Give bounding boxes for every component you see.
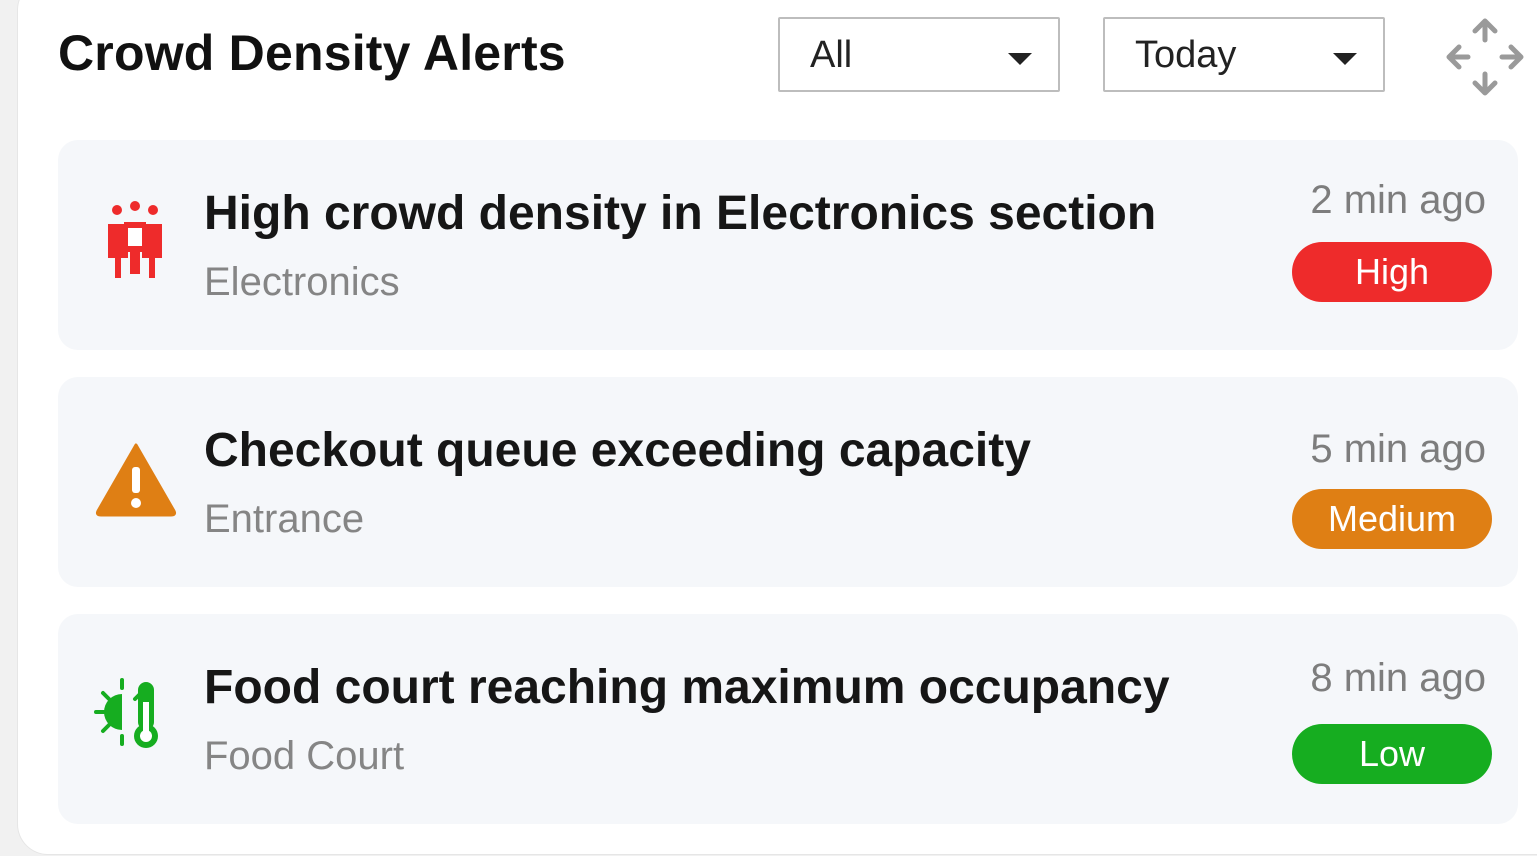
- alert-time: 2 min ago: [1310, 178, 1486, 222]
- warning-triangle-icon: [95, 443, 177, 517]
- type-filter-value: All: [810, 34, 853, 76]
- alert-location: Electronics: [204, 260, 400, 304]
- severity-badge: Low: [1292, 724, 1492, 784]
- alert-location: Food Court: [204, 734, 405, 778]
- alert-title: High crowd density in Electronics sectio…: [204, 187, 1157, 240]
- alert-time: 5 min ago: [1310, 427, 1486, 471]
- temperature-sun-icon: [94, 678, 158, 748]
- chevron-down-icon: [1008, 53, 1032, 65]
- alert-card-high[interactable]: High crowd density in Electronics sectio…: [58, 140, 1518, 350]
- alert-time: 8 min ago: [1310, 656, 1486, 700]
- severity-badge: Medium: [1292, 489, 1492, 549]
- alert-location: Entrance: [204, 497, 365, 541]
- alert-card-medium[interactable]: Checkout queue exceeding capacity Entran…: [58, 377, 1518, 587]
- alert-title: Food court reaching maximum occupancy: [204, 661, 1170, 714]
- alert-card-low[interactable]: Food court reaching maximum occupancy Fo…: [58, 614, 1518, 824]
- alert-title: Checkout queue exceeding capacity: [204, 424, 1031, 477]
- type-filter-dropdown[interactable]: All: [778, 17, 1060, 92]
- period-filter-value: Today: [1135, 34, 1237, 76]
- severity-badge: High: [1292, 242, 1492, 302]
- chevron-down-icon: [1333, 53, 1357, 65]
- move-arrows-icon[interactable]: [1444, 16, 1526, 98]
- period-filter-dropdown[interactable]: Today: [1103, 17, 1385, 92]
- panel-title: Crowd Density Alerts: [58, 25, 566, 81]
- crowd-people-icon: [108, 201, 162, 278]
